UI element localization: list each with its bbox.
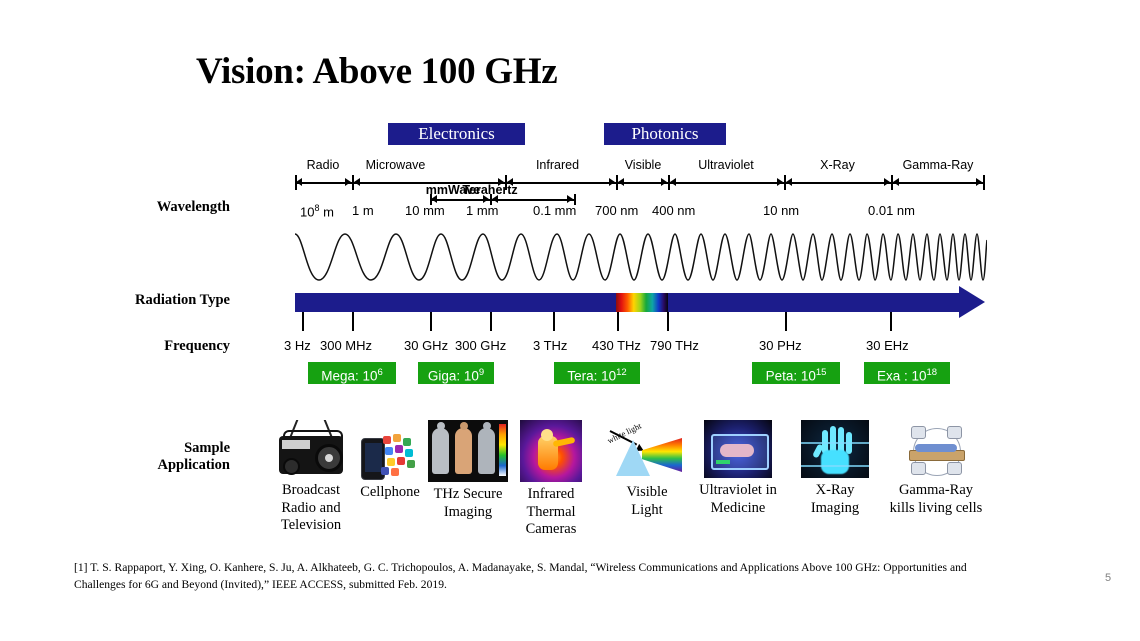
sub-segment-arrow [492,195,498,203]
gamma-knife-icon [901,420,971,478]
segment-arrow [777,178,783,186]
application-visible-light: white light Visible Light [603,424,691,519]
application-caption: Infrared Thermal Cameras [525,486,577,537]
radiation-bar-arrowhead [959,286,985,318]
frequency-tick [617,312,620,331]
segment-arrow [661,178,667,186]
wavelength-tick-label: 108 m [300,203,334,220]
uv-incubator-icon [704,420,772,478]
segment-arrow [976,178,982,186]
application-caption: Cellphone [360,484,420,500]
wavelength-tick-label: 1 m [352,203,374,218]
band-label-gamma-ray: Gamma-Ray [902,158,974,172]
frequency-tick-label: 300 GHz [455,338,507,353]
spectrum-diagram: Wavelength Radiation Type Frequency Samp… [0,0,1140,641]
band-label-xray: X-Ray [820,158,855,172]
frequency-tick-label: 3 THz [533,338,568,353]
application-ultraviolet-medicine: Ultraviolet in Medicine [686,420,790,517]
segment-arrow [618,178,624,186]
band-label-radio: Radio [306,158,340,172]
cellphone-icon [357,424,423,480]
frequency-tick-label: 30 PHz [759,338,802,353]
frequency-tick-label: 30 GHz [404,338,449,353]
row-label-frequency: Frequency [164,338,230,354]
thz-body-scan-icon [428,420,508,482]
application-thz-imaging: THz Secure Imaging [425,420,511,521]
sub-segment-arrow [483,195,489,203]
application-infrared-camera: Infrared Thermal Cameras [512,420,590,539]
footnote-citation: [1] T. S. Rappaport, Y. Xing, O. Kanhere… [74,560,1019,593]
prefix-badge-peta: Peta: 1015 [752,362,840,384]
segment-arrow [354,178,360,186]
frequency-tick [890,312,893,331]
sub-segment-arrow [567,195,573,203]
row-label-sample-application: Sample Application [157,440,230,473]
frequency-tick-label: 430 THz [592,338,641,353]
application-caption: Visible Light [626,484,668,518]
segment-arrow [609,178,615,186]
segment-arrow [670,178,676,186]
thermal-image-icon [520,420,582,482]
row-label-wavelength: Wavelength [156,199,230,215]
frequency-tick-label: 3 Hz [284,338,311,353]
application-caption: Ultraviolet in Medicine [699,482,777,516]
band-label-visible: Visible [624,158,662,172]
application-xray-imaging: X-Ray Imaging [797,420,873,517]
prefix-badge-giga: Giga: 109 [418,362,494,384]
wavelength-tick-label: 1 mm [466,203,499,218]
frequency-tick [490,312,493,331]
segment-arrow [786,178,792,186]
wavelength-tick-label: 10 nm [763,203,800,218]
visible-spectrum-gradient [616,293,668,312]
wavelength-tick-label: 700 nm [595,203,639,218]
frequency-tick [430,312,433,331]
segment-arrow [893,178,899,186]
segment-arrow [296,178,302,186]
application-broadcast-radio: Broadcast Radio and Television [265,420,357,535]
sub-segment-arrow [431,195,437,203]
row-label-radiation-type: Radiation Type [135,292,230,308]
segment-arrow [345,178,351,186]
prefix-badge-tera: Tera: 1012 [554,362,640,384]
application-caption: Gamma-Ray kills living cells [889,482,983,516]
sine-wave-graphic [295,233,987,281]
frequency-tick [785,312,788,331]
wavelength-tick-label: 10 mm [405,203,445,218]
application-caption: THz Secure Imaging [433,486,503,520]
frequency-tick [553,312,556,331]
band-tick [983,175,985,190]
band-label-infrared: Infrared [535,158,580,172]
frequency-tick-label: 30 EHz [866,338,909,353]
wavelength-tick-label: 0.1 mm [533,203,577,218]
wavelength-tick-label: 400 nm [652,203,696,218]
band-label-ultraviolet: Ultraviolet [698,158,754,172]
frequency-tick-label: 790 THz [650,338,699,353]
frequency-tick [667,312,670,331]
application-gamma-ray: Gamma-Ray kills living cells [878,420,994,517]
application-caption: X-Ray Imaging [810,482,860,516]
segment-arrow [884,178,890,186]
band-label-microwave: Microwave [365,158,426,172]
frequency-tick [302,312,305,331]
prefix-badge-mega: Mega: 106 [308,362,396,384]
sub-band-axis-line [430,199,575,201]
xray-hand-icon [801,420,869,478]
prefix-badge-exa: Exa : 1018 [864,362,950,384]
band-axis-line [295,182,985,184]
radio-icon [275,420,347,478]
frequency-tick [352,312,355,331]
footnote-line-1: [1] T. S. Rappaport, Y. Xing, O. Kanhere… [74,561,833,574]
application-caption: Broadcast Radio and Television [280,482,342,533]
frequency-tick-label: 300 MHz [320,338,373,353]
prism-icon: white light [606,424,688,480]
wavelength-tick-label: 0.01 nm [868,203,915,218]
slide-number: 5 [1105,572,1112,584]
application-cellphone: Cellphone [352,424,428,502]
